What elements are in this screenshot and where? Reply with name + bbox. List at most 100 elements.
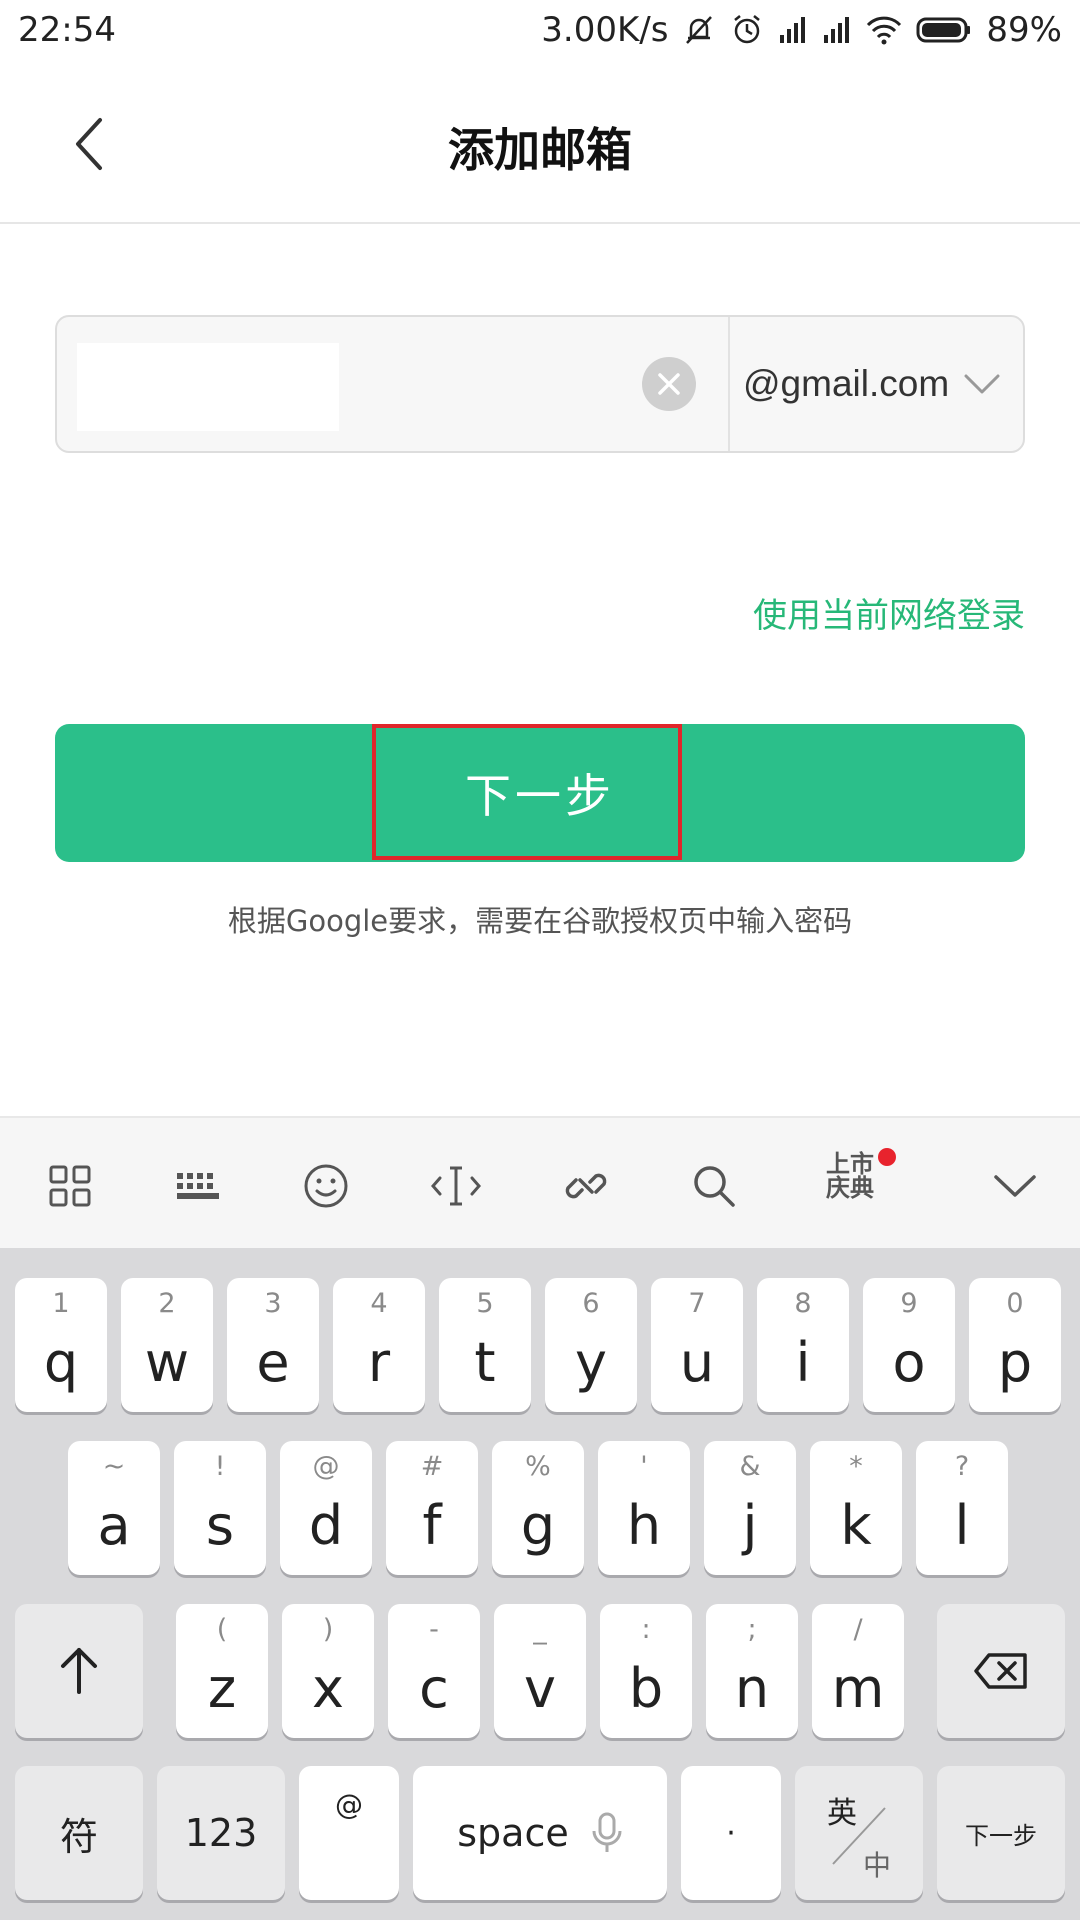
key-char: l <box>954 1494 970 1557</box>
key-n[interactable]: ; n <box>706 1604 798 1738</box>
key-t[interactable]: 5t <box>439 1278 531 1412</box>
key-hint: / <box>853 1614 863 1645</box>
key-hint: 6 <box>582 1288 600 1319</box>
key-l[interactable]: ? l <box>916 1441 1008 1575</box>
cursor-move-icon[interactable] <box>426 1156 486 1216</box>
key-char: y <box>575 1331 607 1394</box>
next-button-label: 下一步 <box>465 769 615 823</box>
network-speed: 3.00K/s <box>541 10 669 50</box>
key-c[interactable]: -c <box>388 1604 480 1738</box>
keyboard-toolbar: 上市 庆典 <box>0 1116 1080 1248</box>
key-hint: 9 <box>900 1288 918 1319</box>
key-a[interactable]: ~ a <box>68 1441 160 1575</box>
key-i[interactable]: 8i <box>757 1278 849 1412</box>
key-hint: 4 <box>370 1288 388 1319</box>
space-key[interactable]: space <box>413 1766 667 1900</box>
clear-input-button[interactable] <box>642 357 696 411</box>
key-hint: * <box>849 1451 863 1482</box>
mute-bell-icon <box>682 13 716 47</box>
shift-arrow-icon <box>15 1604 143 1738</box>
search-icon[interactable] <box>684 1156 744 1216</box>
key-char: e <box>256 1331 290 1394</box>
symbols-key[interactable]: 符 <box>15 1766 143 1900</box>
key-hint: 2 <box>158 1288 176 1319</box>
keyboard-icon[interactable] <box>168 1156 228 1216</box>
backspace-key[interactable] <box>937 1604 1065 1738</box>
status-bar: 22:54 3.00K/s 89% <box>0 0 1080 64</box>
key-q[interactable]: 1q <box>15 1278 107 1412</box>
key-h[interactable]: ' h <box>598 1441 690 1575</box>
key-hint: _ <box>533 1614 547 1645</box>
key-hint: & <box>739 1451 761 1482</box>
email-username-input[interactable] <box>77 343 339 431</box>
key-s[interactable]: ! s <box>174 1441 266 1575</box>
key-u[interactable]: 7u <box>651 1278 743 1412</box>
signal-1-icon <box>778 15 808 45</box>
key-e[interactable]: 3e <box>227 1278 319 1412</box>
next-button[interactable]: 下一步 <box>55 724 1025 862</box>
notification-dot <box>878 1148 896 1166</box>
enter-next-key[interactable]: 下一步 <box>937 1766 1065 1900</box>
key-char: z <box>207 1657 237 1720</box>
close-icon <box>658 373 680 395</box>
key-hint: 3 <box>264 1288 282 1319</box>
at-key[interactable]: @ <box>299 1766 399 1900</box>
battery-percent: 89% <box>986 10 1062 50</box>
chevron-down-icon <box>963 373 1001 395</box>
key-k[interactable]: * k <box>810 1441 902 1575</box>
backspace-icon <box>937 1604 1065 1738</box>
key-hint: @ <box>312 1451 340 1482</box>
key-hint: 5 <box>476 1288 494 1319</box>
key-hint: ' <box>640 1451 648 1482</box>
key-o[interactable]: 9o <box>863 1278 955 1412</box>
alarm-icon <box>730 13 764 47</box>
shift-key[interactable] <box>15 1604 143 1738</box>
google-hint-text: 根据Google要求，需要在谷歌授权页中输入密码 <box>227 904 853 938</box>
key-p[interactable]: 0p <box>969 1278 1061 1412</box>
key-f[interactable]: # f <box>386 1441 478 1575</box>
key-char: p <box>997 1331 1033 1394</box>
key-hint: ) <box>322 1614 334 1645</box>
period-key-label: · <box>726 1815 736 1851</box>
lang-chinese-label: 中 <box>863 1849 892 1882</box>
key-m[interactable]: / m <box>812 1604 904 1738</box>
key-char: i <box>795 1331 811 1394</box>
period-key[interactable]: · <box>681 1766 781 1900</box>
collapse-keyboard-icon[interactable] <box>985 1156 1045 1216</box>
emoji-icon[interactable] <box>296 1156 356 1216</box>
key-w[interactable]: 2w <box>121 1278 213 1412</box>
key-r[interactable]: 4r <box>333 1278 425 1412</box>
key-char: k <box>840 1494 872 1557</box>
key-b[interactable]: :b <box>600 1604 692 1738</box>
key-hint: ( <box>216 1614 228 1645</box>
key-char: v <box>524 1657 556 1720</box>
key-hint: ! <box>214 1451 226 1482</box>
key-hint: : <box>641 1614 651 1645</box>
key-g[interactable]: % g <box>492 1441 584 1575</box>
numbers-key[interactable]: 123 <box>157 1766 285 1900</box>
link-icon[interactable] <box>556 1156 616 1216</box>
key-char: h <box>626 1494 662 1557</box>
key-char: w <box>144 1331 190 1394</box>
key-hint: 1 <box>52 1288 70 1319</box>
key-z[interactable]: (z <box>176 1604 268 1738</box>
key-char: a <box>97 1494 131 1557</box>
status-right: 3.00K/s 89% <box>541 10 1062 50</box>
title-bar: 添加邮箱 <box>0 64 1080 224</box>
keyboard: 1q2w3e4r5t6y7u8i9o0p ~ a! s @ d # f% g ' h & j * k? l … <box>0 1248 1080 1920</box>
key-char: c <box>419 1657 449 1720</box>
signal-2-icon <box>822 15 852 45</box>
apps-grid-icon[interactable] <box>40 1156 100 1216</box>
key-d[interactable]: @ d <box>280 1441 372 1575</box>
key-x[interactable]: ) x <box>282 1604 374 1738</box>
key-y[interactable]: 6y <box>545 1278 637 1412</box>
event-badge[interactable]: 上市 庆典 <box>820 1152 880 1200</box>
key-j[interactable]: & j <box>704 1441 796 1575</box>
domain-select[interactable]: @gmail.com <box>737 317 1022 451</box>
key-v[interactable]: _ v <box>494 1604 586 1738</box>
network-login-link[interactable]: 使用当前网络登录 <box>753 588 1025 637</box>
page-title: 添加邮箱 <box>448 123 632 177</box>
language-toggle-key[interactable]: 英 中 <box>795 1766 923 1900</box>
key-char: q <box>43 1331 79 1394</box>
key-char: m <box>831 1657 885 1720</box>
